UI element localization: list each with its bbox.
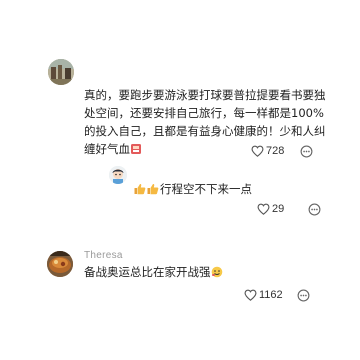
more-options-icon (297, 289, 310, 301)
more-options-icon (308, 203, 321, 215)
comment-actions: 29 (257, 201, 322, 217)
like-count: 728 (266, 145, 285, 157)
comment-text: 行程空不下来一点 (134, 180, 334, 198)
username[interactable]: Theresa (84, 250, 123, 261)
heart-outline-icon (251, 145, 264, 157)
comment-body: 行程空不下来一点 (160, 182, 252, 196)
more-options-button[interactable] (296, 287, 312, 303)
like-count: 1162 (259, 289, 283, 301)
comment-body: 备战奥运总比在家开战强 (84, 265, 211, 279)
comments-page: 真的，要跑步要游泳要打球要普拉提要看书要独处空间，还要安排自己旅行，每一样都是1… (0, 0, 360, 360)
comment-actions: 1162 (244, 287, 312, 303)
thumbs-up-icon (147, 182, 159, 195)
more-options-button[interactable] (306, 201, 322, 217)
heart-outline-icon (244, 289, 257, 301)
more-options-icon (300, 145, 313, 157)
emoji-icon (130, 142, 142, 154)
like-count: 29 (272, 203, 285, 215)
avatar[interactable] (109, 166, 127, 184)
emoji-icon (211, 265, 223, 278)
like-button[interactable]: 29 (257, 203, 284, 215)
comment-actions: 728 (251, 143, 314, 159)
like-button[interactable]: 728 (251, 145, 284, 157)
heart-outline-icon (257, 203, 270, 215)
thumbs-up-icon (134, 182, 146, 195)
like-button[interactable]: 1162 (244, 289, 283, 301)
more-options-button[interactable] (298, 143, 314, 159)
avatar[interactable] (48, 59, 74, 85)
comment-text: 备战奥运总比在家开战强 (84, 263, 334, 281)
avatar[interactable] (47, 251, 73, 277)
